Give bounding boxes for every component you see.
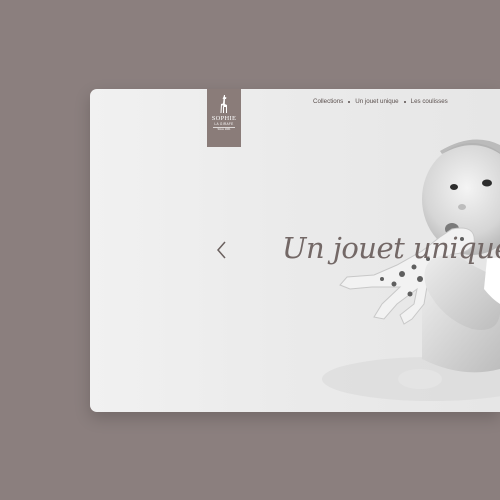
nav-separator (403, 100, 406, 103)
logo-since: Since 1961 (213, 127, 235, 132)
nav-item-collections[interactable]: Collections (313, 98, 343, 105)
chevron-left-icon[interactable] (216, 240, 228, 260)
logo-brand: SOPHIE (211, 115, 237, 122)
website-window: SOPHIE LA GIRAFE Since 1961 Collections … (90, 89, 500, 412)
hero-photo (322, 139, 500, 401)
nav-item-les-coulisses[interactable]: Les coulisses (411, 98, 448, 105)
logo-sub: LA GIRAFE (214, 122, 234, 126)
logo[interactable]: SOPHIE LA GIRAFE Since 1961 (207, 89, 241, 147)
giraffe-icon (220, 95, 227, 113)
nav-item-un-jouet-unique[interactable]: Un jouet unique (355, 98, 398, 105)
nav-separator (348, 100, 351, 103)
hero-headline: Un jouet unique (282, 231, 500, 265)
top-nav: Collections Un jouet unique Les coulisse… (313, 98, 448, 105)
